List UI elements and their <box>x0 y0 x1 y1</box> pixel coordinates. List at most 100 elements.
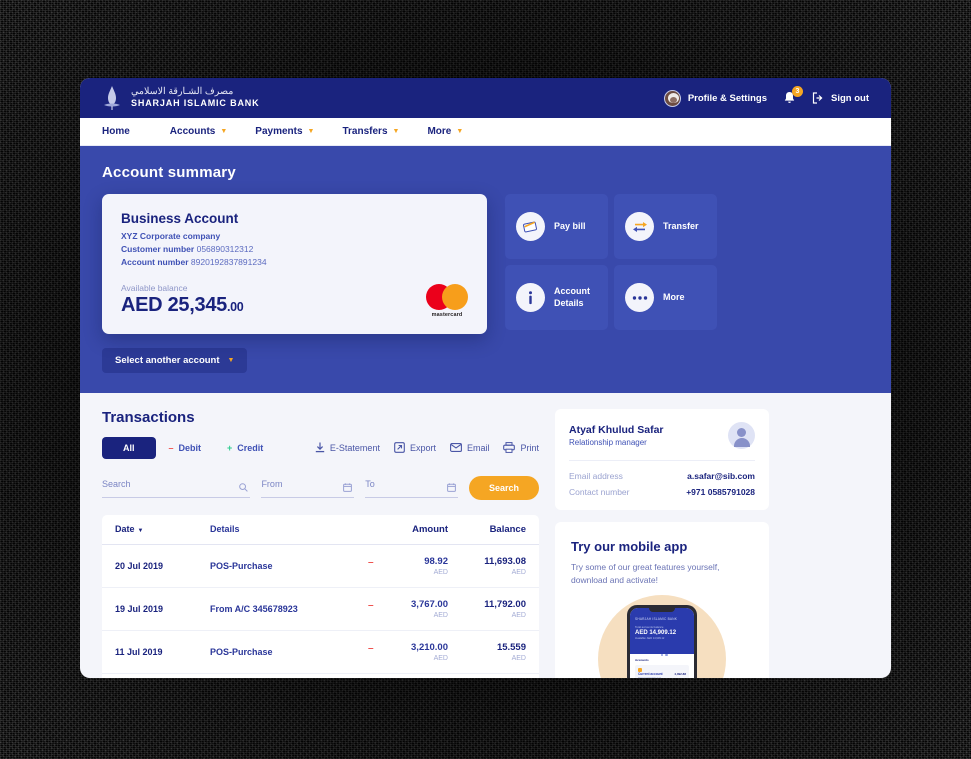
amount-currency: AED <box>433 568 448 576</box>
account-name: Business Account <box>121 211 239 226</box>
promo-artwork: SHARJAH ISLAMIC BANK Total accounts bala… <box>555 594 769 678</box>
cell-date: 19 Jul 2019 <box>115 603 164 614</box>
mastercard-logo: mastercard <box>426 283 468 318</box>
filter-debit[interactable]: – Debit <box>156 437 215 459</box>
customer-number-row: Customer number 056890312312 <box>121 243 468 256</box>
chevron-down-icon: ▼ <box>456 128 464 135</box>
email-label: Email <box>466 442 490 453</box>
table-row[interactable]: 11 Jul 2019 POS-Purchase Taxi Dubai – 1,… <box>102 673 539 678</box>
promo-subtitle: Try some of our great features yourself,… <box>571 561 720 586</box>
export-label: Export <box>409 442 436 453</box>
cell-balance: 11,792.00 AED <box>448 599 526 619</box>
select-another-account-button[interactable]: Select another account ▼ <box>102 347 248 373</box>
column-header-date[interactable]: Date ▼ <box>115 524 210 534</box>
balance-value: 15.559 <box>496 641 526 653</box>
export-button[interactable]: Export <box>394 442 436 453</box>
date-from-input[interactable]: From <box>261 474 355 498</box>
cell-date: 20 Jul 2019 <box>115 560 164 571</box>
nav-item-transfers[interactable]: Transfers ▼ <box>328 118 413 145</box>
phone-balance-amount: AED 14,909.12 <box>635 629 677 636</box>
account-details-tile[interactable]: Account Details <box>505 265 608 330</box>
amount-currency: AED <box>433 611 448 619</box>
customer-number-label: Customer number <box>121 244 195 255</box>
email-button[interactable]: Email <box>450 442 490 453</box>
column-header-details: Details <box>210 524 240 535</box>
filter-credit[interactable]: + Credit <box>214 437 276 459</box>
balance-currency: AED <box>511 654 526 662</box>
cell-details: POS-Purchase <box>210 560 273 571</box>
plus-icon: + <box>227 442 233 453</box>
main-content: Transactions All – Debit + Credit E-Stat… <box>80 393 891 678</box>
main-navigation: Home Accounts ▼ Payments ▼ Transfers ▼ M… <box>80 118 891 146</box>
email-row: Email address a.safar@sib.com <box>569 471 755 481</box>
calendar-icon <box>343 482 353 492</box>
account-number-value: 8920192837891234 <box>190 257 267 268</box>
top-bar: مصرف الشـارقة الاسلامي SHARJAH ISLAMIC B… <box>80 78 891 118</box>
table-row[interactable]: 11 Jul 2019 POS-Purchase – 3,210.00 AED … <box>102 630 539 674</box>
filter-all-label: All <box>123 442 135 453</box>
email-value[interactable]: a.safar@sib.com <box>687 471 755 481</box>
page-title: Account summary <box>102 164 236 181</box>
cell-details: From A/C 345678923 <box>210 603 298 614</box>
date-to-input[interactable]: To <box>365 474 458 498</box>
email-label: Email address <box>569 470 623 481</box>
balance-main: 25,345 <box>167 293 228 316</box>
print-button[interactable]: Print <box>503 442 539 453</box>
nav-item-home[interactable]: Home <box>102 118 156 145</box>
avatar <box>663 89 681 107</box>
nav-item-payments[interactable]: Payments ▼ <box>241 118 328 145</box>
bank-logo[interactable]: مصرف الشـارقة الاسلامي SHARJAH ISLAMIC B… <box>102 85 260 111</box>
transfer-label: Transfer <box>663 220 699 231</box>
sign-out-button[interactable]: Sign out <box>812 92 869 104</box>
column-header-amount: Amount <box>412 523 448 535</box>
balance-label: Available balance <box>121 282 188 293</box>
nav-label: Accounts <box>169 126 216 137</box>
relationship-manager-header: Atyaf Khulud Safar Relationship manager <box>555 409 769 460</box>
phone-row: Contact number +971 0585791028 <box>569 487 755 497</box>
table-row[interactable]: 20 Jul 2019 POS-Purchase – 98.92 AED 11,… <box>102 544 539 588</box>
sign-out-label: Sign out <box>831 92 869 104</box>
balance-value: 11,693.08 <box>484 555 526 567</box>
filter-debit-label: Debit <box>178 442 202 453</box>
relationship-manager-contacts: Email address a.safar@sib.com Contact nu… <box>555 461 769 510</box>
external-link-icon <box>394 442 405 453</box>
envelope-icon <box>450 443 462 452</box>
cell-date: 11 Jul 2019 <box>115 646 163 657</box>
more-tile[interactable]: More <box>614 265 717 330</box>
pay-bill-tile[interactable]: Pay bill <box>505 194 608 259</box>
filter-all[interactable]: All <box>102 436 156 459</box>
debit-sign: – <box>368 599 374 611</box>
nav-item-more[interactable]: More ▼ <box>413 118 477 145</box>
balance-value: 11,792.00 <box>484 598 526 610</box>
sib-mark-icon <box>104 86 120 110</box>
nav-label: Transfers <box>342 126 388 137</box>
nav-label: Home <box>102 126 130 137</box>
download-icon <box>315 442 325 453</box>
e-statement-button[interactable]: E-Statement <box>315 442 380 453</box>
browser-viewport: مصرف الشـارقة الاسلامي SHARJAH ISLAMIC B… <box>80 78 891 678</box>
brand-english: SHARJAH ISLAMIC BANK <box>131 98 260 109</box>
mobile-app-promo-card[interactable]: Try our mobile app Try some of our great… <box>555 521 769 678</box>
phone-balance-label: Total accounts balance <box>635 624 664 629</box>
phone-value[interactable]: +971 0585791028 <box>686 487 755 497</box>
chevron-down-icon: ▼ <box>307 128 315 135</box>
sign-out-icon <box>812 92 823 104</box>
print-label: Print <box>520 442 539 453</box>
nav-item-accounts[interactable]: Accounts ▼ <box>156 118 242 145</box>
balance-currency: AED <box>121 293 163 316</box>
cell-amount: – 3,210.00 AED <box>360 642 448 662</box>
table-row[interactable]: 19 Jul 2019 From A/C 345678923 – 3,767.0… <box>102 587 539 631</box>
account-card[interactable]: Business Account XYZ Corporate company C… <box>102 194 487 334</box>
phone-account-card: 4,092.88 Current account 892019283789123… <box>635 664 689 678</box>
debit-sign: – <box>368 556 374 568</box>
notifications-button[interactable]: 3 <box>783 86 803 105</box>
date-from-placeholder: From <box>261 478 283 489</box>
profile-settings-button[interactable]: Profile & Settings <box>663 89 767 107</box>
search-button[interactable]: Search <box>468 475 539 500</box>
account-details-label: Account Details <box>554 286 590 308</box>
search-input[interactable]: Search <box>102 474 251 498</box>
nav-label: More <box>427 126 452 137</box>
transfer-tile[interactable]: Transfer <box>614 194 717 259</box>
transaction-search-row: Search From To Search <box>102 474 539 500</box>
transactions-panel: Transactions All – Debit + Credit E-Stat… <box>102 409 539 678</box>
